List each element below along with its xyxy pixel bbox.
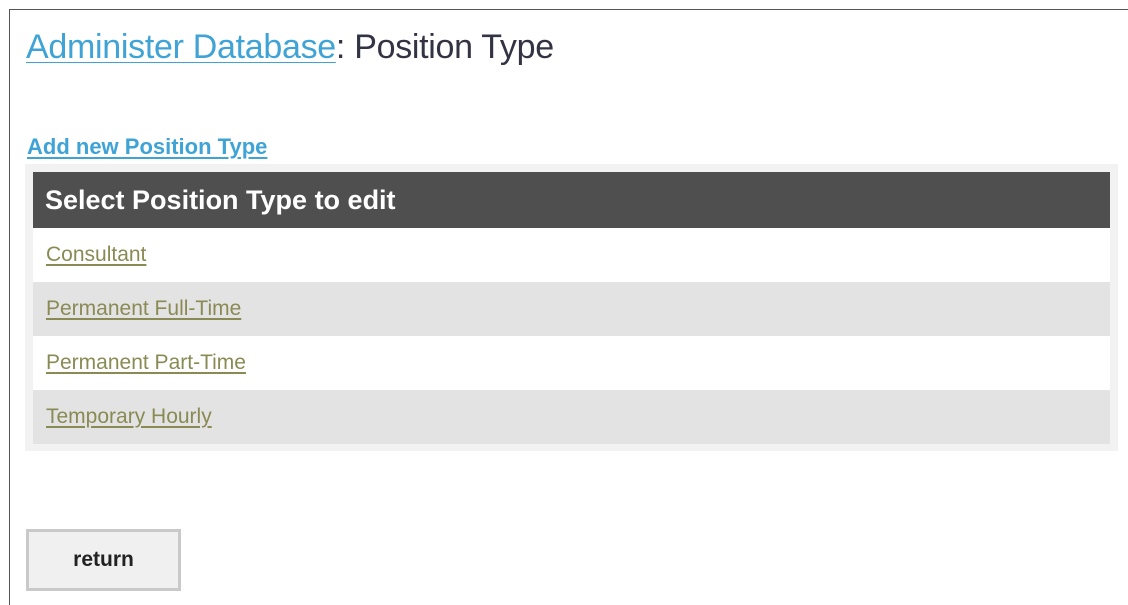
list-item: Consultant (33, 228, 1110, 282)
list-item: Permanent Full-Time (33, 282, 1110, 336)
position-type-link-temporary-hourly[interactable]: Temporary Hourly (46, 405, 212, 428)
position-type-link-permanent-part-time[interactable]: Permanent Part-Time (46, 351, 246, 374)
position-type-link-permanent-full-time[interactable]: Permanent Full-Time (46, 297, 241, 320)
administer-database-link[interactable]: Administer Database (26, 28, 336, 66)
list-item: Permanent Part-Time (33, 336, 1110, 390)
page-title-text: Position Type (354, 28, 554, 66)
position-type-list-panel: Select Position Type to edit Consultant … (25, 164, 1118, 451)
list-item: Temporary Hourly (33, 390, 1110, 444)
return-button[interactable]: return (26, 529, 181, 591)
page-title: Administer Database: Position Type (26, 28, 554, 67)
list-header: Select Position Type to edit (33, 172, 1110, 228)
page-frame: Administer Database: Position Type Add n… (9, 9, 1128, 605)
position-type-link-consultant[interactable]: Consultant (46, 243, 146, 266)
title-separator: : (335, 28, 346, 66)
add-position-type-link[interactable]: Add new Position Type (27, 134, 267, 160)
